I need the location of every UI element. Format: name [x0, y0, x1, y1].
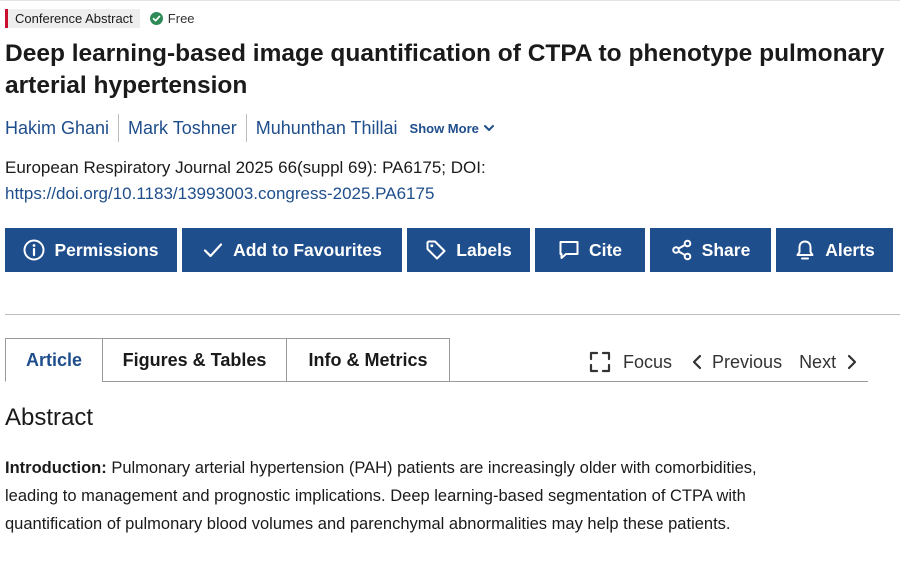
free-label: Free: [167, 10, 195, 26]
abstract-introduction: Introduction: Pulmonary arterial hyperte…: [5, 454, 805, 538]
tab-article[interactable]: Article: [5, 338, 102, 382]
alerts-label: Alerts: [825, 239, 875, 260]
citation-text: European Respiratory Journal 2025 66(sup…: [5, 158, 486, 177]
article-tabs: Article Figures & Tables Info & Metrics: [5, 338, 450, 382]
section-divider: [5, 314, 900, 315]
show-more-label: Show More: [409, 120, 479, 136]
labels-button[interactable]: Labels: [407, 228, 530, 272]
permissions-button[interactable]: Permissions: [5, 228, 177, 272]
previous-label: Previous: [712, 351, 783, 372]
add-to-favourites-button[interactable]: Add to Favourites: [182, 228, 402, 272]
cite-button[interactable]: Cite: [535, 228, 645, 272]
focus-icon: [589, 351, 611, 373]
next-article-link[interactable]: Next: [799, 352, 859, 373]
share-icon: [671, 239, 691, 261]
article-title: Deep learning-based image quantification…: [5, 40, 885, 99]
article-tools: Focus Previous Next: [588, 350, 859, 374]
introduction-text: Pulmonary arterial hypertension (PAH) pa…: [5, 459, 757, 533]
bell-icon: [796, 240, 814, 260]
top-rule: [0, 0, 900, 1]
next-label: Next: [799, 351, 837, 372]
tag-icon: [426, 240, 446, 260]
tabs-baseline: [449, 381, 868, 382]
chevron-left-icon: [692, 354, 702, 370]
chevron-right-icon: [847, 354, 857, 370]
author-link[interactable]: Muhunthan Thillai: [256, 118, 398, 139]
author-list: Hakim Ghani Mark Toshner Muhunthan Thill…: [5, 114, 495, 142]
previous-article-link[interactable]: Previous: [690, 352, 782, 373]
author-divider: [118, 114, 120, 142]
abstract-heading: Abstract: [5, 404, 94, 431]
tab-figures-tables[interactable]: Figures & Tables: [102, 338, 286, 382]
citation-block: European Respiratory Journal 2025 66(sup…: [5, 155, 486, 207]
article-actions-toolbar: Permissions Add to Favourites Labels Cit…: [5, 228, 893, 272]
author-link[interactable]: Hakim Ghani: [5, 118, 109, 139]
doi-link[interactable]: https://doi.org/10.1183/13993003.congres…: [5, 184, 434, 203]
permissions-label: Permissions: [54, 239, 159, 260]
article-type-badge: Conference Abstract: [5, 8, 140, 28]
add-to-favourites-label: Add to Favourites: [233, 239, 382, 260]
chevron-down-icon: [483, 125, 494, 131]
show-more-authors-button[interactable]: Show More: [410, 121, 495, 136]
alerts-button[interactable]: Alerts: [776, 228, 893, 272]
labels-label: Labels: [456, 239, 512, 260]
cite-label: Cite: [588, 239, 623, 260]
free-access-badge: Free: [149, 10, 195, 26]
share-label: Share: [701, 239, 751, 260]
check-circle-icon: [149, 11, 163, 25]
focus-label: Focus: [623, 351, 673, 372]
introduction-label: Introduction:: [5, 459, 107, 477]
share-button[interactable]: Share: [650, 228, 771, 272]
tab-info-metrics[interactable]: Info & Metrics: [286, 338, 450, 382]
check-icon: [204, 243, 223, 258]
focus-button[interactable]: Focus: [588, 350, 672, 374]
author-divider: [245, 114, 247, 142]
article-badges: Conference Abstract Free: [5, 8, 195, 28]
info-icon: [23, 239, 45, 261]
speech-bubble-icon: [559, 241, 579, 259]
author-link[interactable]: Mark Toshner: [128, 118, 237, 139]
